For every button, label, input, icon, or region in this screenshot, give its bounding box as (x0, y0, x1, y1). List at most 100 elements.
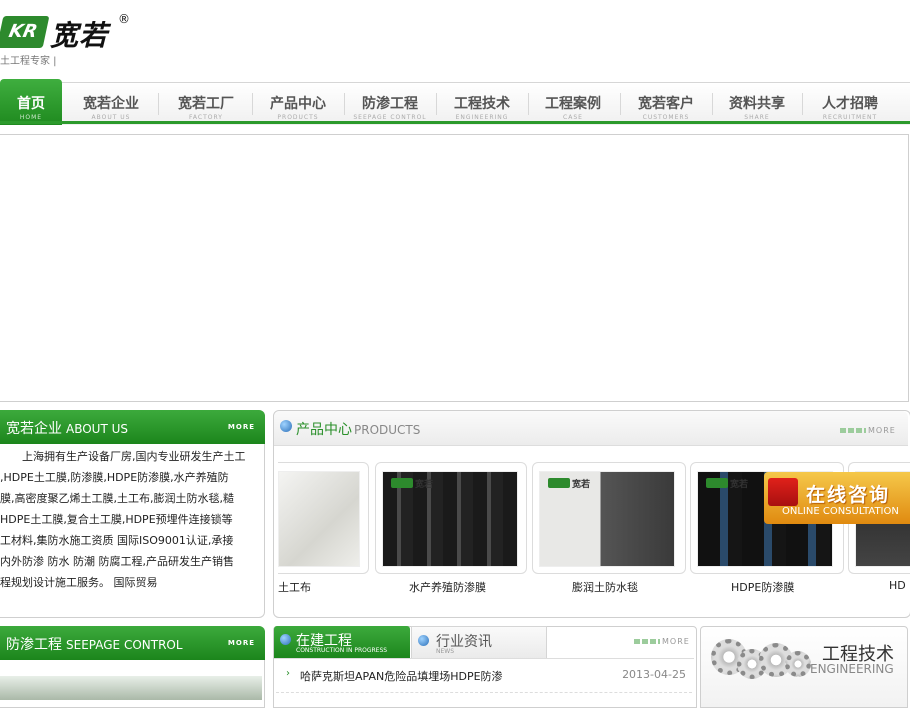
nav-sublabel: CUSTOMERS (642, 114, 690, 121)
nav-divider (344, 93, 345, 115)
product-caption[interactable]: 土工布 (278, 579, 311, 595)
tab-sublabel: CONSTRUCTION IN PROGRESS (296, 647, 388, 654)
nav-item-about[interactable]: 宽若企业 ABOUT US (70, 83, 152, 125)
product-caption[interactable]: 膨润土防水毯 (572, 579, 638, 595)
product-caption[interactable]: HDPE防渗膜 (731, 579, 794, 595)
globe-icon (280, 634, 291, 645)
nav-label: 工程技术 (454, 96, 510, 112)
nav-item-engineering[interactable]: 工程技术 ENGINEERING (440, 83, 524, 125)
brand-logo-text: 宽若 (415, 480, 434, 490)
logo-tagline: 土工程专家 | (0, 56, 57, 67)
products-more-link[interactable]: MORE (840, 426, 896, 435)
dots-icon (634, 639, 660, 644)
about-text: 上海拥有生产设备厂房,国内专业研发生产土工 ,HDPE土工膜,防渗膜,HDPE防… (0, 446, 262, 606)
nav-sublabel: PRODUCTS (277, 114, 319, 121)
chevron-right-icon: › (286, 668, 290, 679)
news-title[interactable]: 哈萨克斯坦APAN危险品填埋场HDPE防渗 (300, 668, 503, 684)
nav-sublabel: CASE (563, 114, 583, 121)
nav-divider (620, 93, 621, 115)
brand-logo-icon (706, 478, 728, 488)
nav-sublabel: HOME (19, 114, 43, 121)
nav-label: 防渗工程 (362, 96, 418, 112)
product-card-bentonite[interactable]: 宽若 (532, 462, 686, 574)
products-title-en: PRODUCTS (354, 423, 421, 437)
news-date: 2013-04-25 (622, 668, 686, 681)
nav-item-share[interactable]: 资料共享 SHARE (716, 83, 798, 125)
tab-news[interactable]: 行业资讯 NEWS (411, 626, 547, 659)
nav-label: 宽若客户 (638, 96, 694, 112)
news-more-link[interactable]: MORE (634, 637, 690, 646)
about-line: 上海拥有生产设备厂房,国内专业研发生产土工 (0, 450, 246, 463)
seepage-more-link[interactable]: MORE (228, 639, 255, 647)
nav-label: 资料共享 (729, 96, 785, 112)
nav-sublabel: SEEPAGE CONTROL (353, 114, 427, 121)
logo-mark: KR (0, 16, 50, 48)
about-title-cn: 宽若企业 (6, 421, 62, 437)
about-line: ,HDPE土工膜,防渗膜,HDPE防渗膜,水产养殖防 (0, 471, 229, 484)
nav-divider (252, 93, 253, 115)
nav-divider (158, 93, 159, 115)
product-image: 宽若 (539, 471, 675, 567)
about-line: 膜,高密度聚乙烯土工膜,土工布,膨润土防水毯,糙 (0, 492, 234, 505)
nav-item-case[interactable]: 工程案例 CASE (532, 83, 614, 125)
nav-sublabel: ENGINEERING (455, 114, 509, 121)
product-card-geotextile[interactable] (278, 462, 369, 574)
about-header: 宽若企业 ABOUT US MORE (0, 410, 265, 444)
about-more-link[interactable]: MORE (228, 423, 255, 431)
about-line: 工材料,集防水施工资质 国际ISO9001认证,承接 (0, 534, 234, 547)
about-title-en: ABOUT US (66, 422, 129, 436)
products-title-cn: 产品中心 (296, 422, 352, 438)
seepage-title: 防渗工程 SEEPAGE CONTROL (6, 634, 183, 654)
nav-item-recruitment[interactable]: 人才招聘 RECRUITMENT (806, 83, 894, 125)
list-item[interactable]: › 哈萨克斯坦APAN危险品填埋场HDPE防渗 2013-04-25 (286, 666, 686, 686)
seepage-image[interactable] (0, 676, 262, 700)
brand-logo-text: 宽若 (572, 480, 591, 490)
product-caption[interactable]: 水产养殖防渗膜 (409, 579, 486, 595)
nav-item-home[interactable]: 首页 HOME (0, 79, 62, 125)
product-card-aquaculture[interactable]: 宽若 (375, 462, 527, 574)
dots-icon (840, 428, 866, 433)
nav-label: 首页 (17, 96, 45, 112)
gift-icon (768, 478, 798, 506)
about-line: HDPE土工膜,复合土工膜,HDPE预埋件连接锁等 (0, 513, 233, 526)
divider (276, 692, 692, 693)
logo-name: 宽若 (50, 19, 109, 52)
brand-logo-text: 宽若 (730, 480, 749, 490)
nav-item-customers[interactable]: 宽若客户 CUSTOMERS (624, 83, 708, 125)
main-nav: 首页 HOME 宽若企业 ABOUT US 宽若工厂 FACTORY 产品中心 … (0, 79, 910, 125)
nav-label: 宽若工厂 (178, 96, 234, 112)
nav-divider (712, 93, 713, 115)
seepage-header: 防渗工程 SEEPAGE CONTROL MORE (0, 626, 265, 660)
seepage-title-en: SEEPAGE CONTROL (66, 638, 183, 652)
gear-icon (785, 651, 811, 677)
nav-label: 人才招聘 (822, 96, 878, 112)
nav-label: 宽若企业 (83, 96, 139, 112)
product-image: 宽若 (382, 471, 518, 567)
globe-icon (418, 635, 429, 646)
nav-item-factory[interactable]: 宽若工厂 FACTORY (164, 83, 248, 125)
product-image (278, 471, 360, 567)
nav-item-products[interactable]: 产品中心 PRODUCTS (256, 83, 340, 125)
consult-label: 在线咨询 (806, 484, 891, 506)
logo[interactable]: KR 宽若 ® 土工程专家 | (0, 6, 135, 67)
registered-mark: ® (118, 12, 130, 26)
nav-divider (528, 93, 529, 115)
more-label: MORE (662, 637, 690, 646)
brand-logo-icon (391, 478, 413, 488)
about-line: 内外防渗 防水 防潮 防腐工程,产品研发生产销售 (0, 555, 234, 568)
nav-label: 产品中心 (270, 96, 326, 112)
nav-sublabel: SHARE (744, 114, 770, 121)
nav-label: 工程案例 (545, 96, 601, 112)
tab-construction[interactable]: 在建工程 CONSTRUCTION IN PROGRESS (274, 626, 410, 659)
more-label: MORE (868, 426, 896, 435)
seepage-title-cn: 防渗工程 (6, 637, 62, 653)
nav-sublabel: FACTORY (189, 114, 223, 121)
nav-item-seepage[interactable]: 防渗工程 SEEPAGE CONTROL (348, 83, 432, 125)
banner-area (0, 134, 909, 402)
nav-divider (436, 93, 437, 115)
divider (274, 658, 694, 659)
brand-logo-icon (548, 478, 570, 488)
product-caption[interactable]: HD (889, 579, 906, 592)
products-title: 产品中心 PRODUCTS (296, 419, 420, 439)
consult-sublabel: ONLINE CONSULTATION (782, 506, 899, 517)
